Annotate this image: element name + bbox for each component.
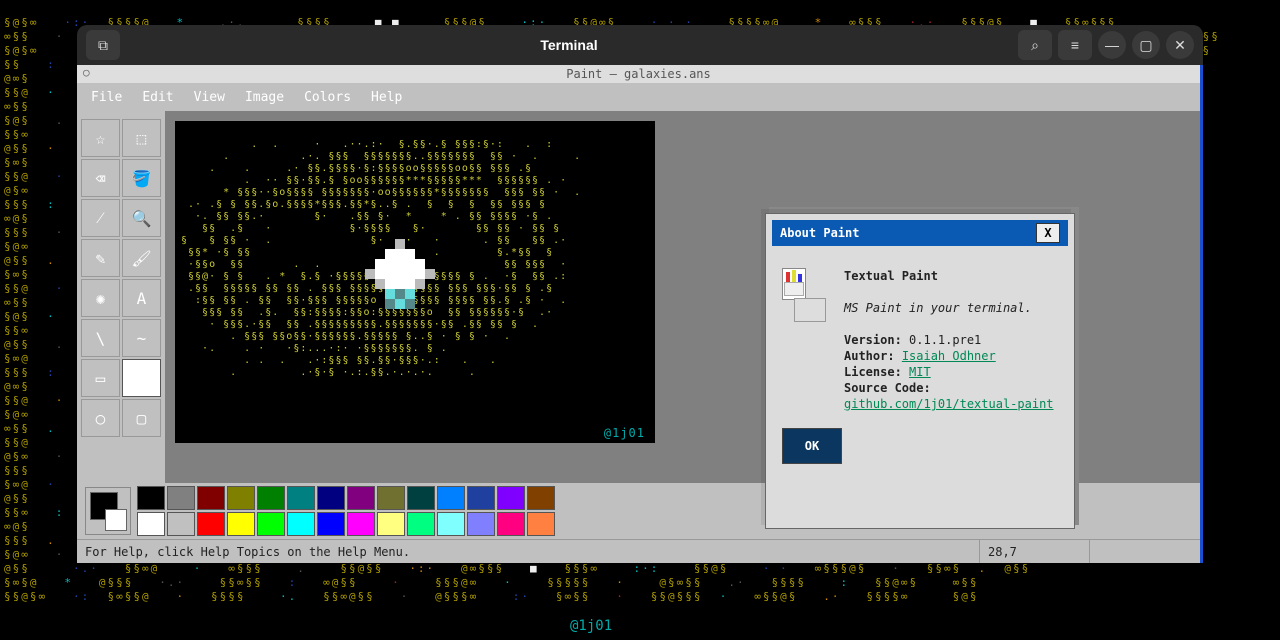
dialog-title: About Paint [780, 226, 859, 240]
paint-program-icon [782, 268, 830, 324]
dialog-body-text: Textual Paint MS Paint in your terminal.… [844, 268, 1058, 412]
menu-file[interactable]: File [83, 88, 130, 107]
about-dialog: About Paint X Textual Paint MS Paint in … [765, 213, 1075, 529]
search-button[interactable]: ⌕ [1018, 30, 1052, 60]
license-label: License: [844, 365, 902, 379]
tool-ellipse[interactable]: ○ [81, 399, 120, 437]
tool-magnifier[interactable]: 🔍 [122, 199, 161, 237]
source-link[interactable]: github.com/1j01/textual-paint [844, 397, 1054, 411]
menubar: File Edit View Image Colors Help [77, 83, 1200, 111]
color-swatch[interactable] [377, 512, 405, 536]
color-swatch[interactable] [347, 512, 375, 536]
current-colors[interactable] [85, 487, 131, 535]
source-label: Source Code: [844, 381, 931, 395]
menu-colors[interactable]: Colors [296, 88, 359, 107]
color-swatch[interactable] [257, 486, 285, 510]
color-swatch[interactable] [287, 512, 315, 536]
color-swatch[interactable] [197, 512, 225, 536]
tool-fill[interactable]: 🪣 [122, 159, 161, 197]
maximize-button[interactable]: ▢ [1132, 31, 1160, 59]
tool-free-form-select[interactable]: ☆ [81, 119, 120, 157]
color-swatch[interactable] [287, 486, 315, 510]
color-swatch[interactable] [227, 486, 255, 510]
version-label: Version: [844, 333, 902, 347]
color-swatch[interactable] [527, 486, 555, 510]
toolbox: ☆⬚⌫🪣⁄🔍✎🖌✺A\~▭L○▢ [77, 111, 165, 515]
close-icon: ✕ [1174, 37, 1186, 54]
color-swatches [137, 486, 555, 536]
author-link[interactable]: Isaiah Odhner [902, 349, 996, 363]
window-title: Terminal [123, 37, 1015, 53]
version-value: 0.1.1.pre1 [909, 333, 981, 347]
hamburger-menu-button[interactable]: ≡ [1058, 30, 1092, 60]
tool-pencil[interactable]: ✎ [81, 239, 120, 277]
status-help: For Help, click Help Topics on the Help … [77, 540, 980, 563]
menu-edit[interactable]: Edit [134, 88, 181, 107]
color-swatch[interactable] [497, 512, 525, 536]
close-window-button[interactable]: ✕ [1166, 31, 1194, 59]
footer-handle: @1j01 [570, 618, 612, 634]
color-swatch[interactable] [137, 486, 165, 510]
dialog-close-button[interactable]: X [1036, 223, 1060, 243]
color-swatch[interactable] [527, 512, 555, 536]
tool-brush[interactable]: 🖌 [122, 239, 161, 277]
window-titlebar[interactable]: ⧉ Terminal ⌕ ≡ — ▢ ✕ [77, 25, 1203, 65]
color-swatch[interactable] [167, 512, 195, 536]
color-swatch[interactable] [407, 486, 435, 510]
color-swatch[interactable] [317, 486, 345, 510]
tool-text[interactable]: A [122, 279, 161, 317]
tool-polygon[interactable]: L [122, 359, 161, 397]
canvas-signature: @1j01 [604, 427, 645, 439]
dialog-titlebar[interactable]: About Paint X [772, 220, 1068, 246]
license-link[interactable]: MIT [909, 365, 931, 379]
color-swatch[interactable] [167, 486, 195, 510]
app-subtitle: Paint — galaxies.ans [566, 67, 711, 81]
menu-help[interactable]: Help [363, 88, 410, 107]
tool-rounded-rectangle[interactable]: ▢ [122, 399, 161, 437]
color-swatch[interactable] [467, 486, 495, 510]
color-swatch[interactable] [407, 512, 435, 536]
status-coords: 28,7 [980, 540, 1090, 563]
color-swatch[interactable] [317, 512, 345, 536]
canvas-sprite [365, 239, 435, 309]
terminal-surface: ○ Paint — galaxies.ans File Edit View Im… [77, 65, 1203, 563]
canvas[interactable]: . . · .··.:· §.§§·.§ §§§:§·: . : . .·. §… [175, 121, 655, 443]
background-swatch[interactable] [105, 509, 127, 531]
color-swatch[interactable] [257, 512, 285, 536]
tool-rectangle[interactable]: ▭ [81, 359, 120, 397]
color-swatch[interactable] [227, 512, 255, 536]
color-swatch[interactable] [347, 486, 375, 510]
tool-pick-color[interactable]: ⁄ [81, 199, 120, 237]
minimize-icon: — [1105, 37, 1119, 53]
tool-line[interactable]: \ [81, 319, 120, 357]
ok-button[interactable]: OK [782, 428, 842, 464]
maximize-icon: ▢ [1139, 37, 1152, 54]
color-swatch[interactable] [137, 512, 165, 536]
tool-eraser[interactable]: ⌫ [81, 159, 120, 197]
app-tagline: MS Paint in your terminal. [844, 301, 1032, 315]
color-swatch[interactable] [377, 486, 405, 510]
author-label: Author: [844, 349, 895, 363]
search-icon: ⌕ [1031, 37, 1039, 54]
app-subtitle-bar: ○ Paint — galaxies.ans [77, 65, 1200, 83]
control-dot-icon[interactable]: ○ [83, 66, 90, 79]
color-swatch[interactable] [437, 486, 465, 510]
color-swatch[interactable] [467, 512, 495, 536]
menu-view[interactable]: View [186, 88, 233, 107]
color-swatch[interactable] [497, 486, 525, 510]
color-swatch[interactable] [197, 486, 225, 510]
minimize-button[interactable]: — [1098, 31, 1126, 59]
color-swatch[interactable] [437, 512, 465, 536]
new-tab-button[interactable]: ⧉ [86, 30, 120, 60]
menu-icon: ≡ [1071, 37, 1079, 53]
tool-select[interactable]: ⬚ [122, 119, 161, 157]
tool-airbrush[interactable]: ✺ [81, 279, 120, 317]
menu-image[interactable]: Image [237, 88, 292, 107]
app-name: Textual Paint [844, 269, 938, 283]
status-extra [1090, 540, 1200, 563]
statusbar: For Help, click Help Topics on the Help … [77, 539, 1200, 563]
tool-curve[interactable]: ~ [122, 319, 161, 357]
